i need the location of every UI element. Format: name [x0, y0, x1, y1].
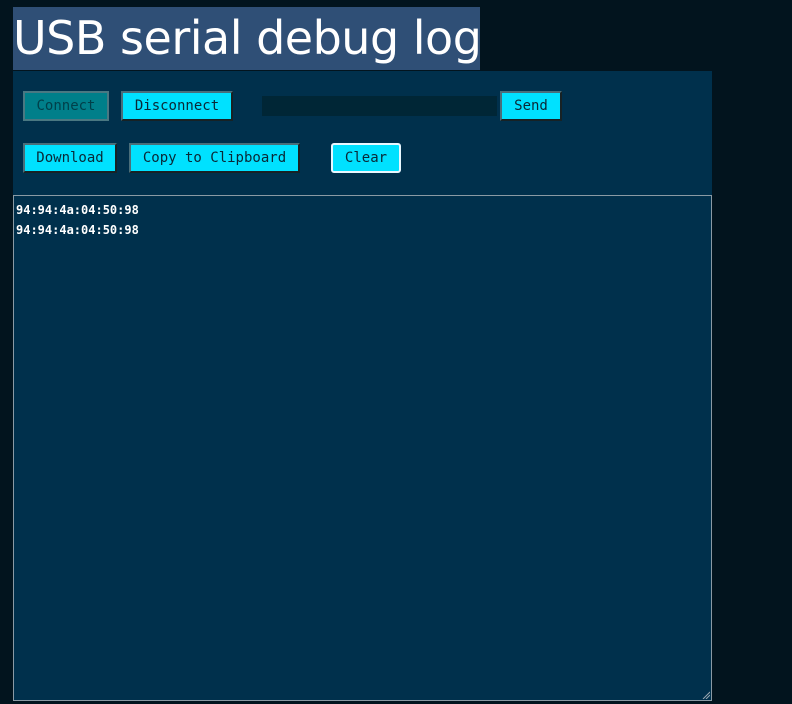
log-line: 94:94:4a:04:50:98: [16, 223, 139, 237]
download-button[interactable]: Download: [23, 143, 117, 173]
send-button[interactable]: Send: [500, 91, 562, 121]
send-input[interactable]: [262, 96, 497, 116]
log-line: 94:94:4a:04:50:98: [16, 203, 139, 217]
control-panel: Connect Disconnect Send Download Copy to…: [13, 71, 712, 195]
copy-to-clipboard-button[interactable]: Copy to Clipboard: [129, 143, 300, 173]
page-title: USB serial debug log: [13, 7, 480, 70]
resize-grip-icon[interactable]: [702, 691, 710, 699]
clear-button[interactable]: Clear: [331, 143, 401, 173]
connect-button[interactable]: Connect: [23, 91, 109, 121]
disconnect-button[interactable]: Disconnect: [121, 91, 233, 121]
log-textarea[interactable]: 94:94:4a:04:50:98 94:94:4a:04:50:98: [13, 195, 712, 701]
